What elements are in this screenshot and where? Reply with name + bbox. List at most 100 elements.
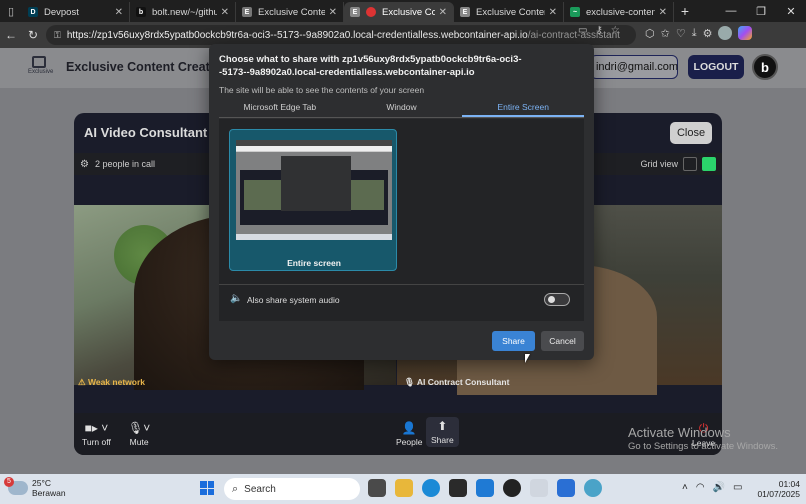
video-camera-icon: ■▸ ˅ (84, 421, 109, 435)
entire-screen-option[interactable]: Entire screen (229, 129, 397, 271)
globe-icon[interactable] (584, 479, 602, 497)
chevron-up-icon[interactable]: ˄ (682, 482, 688, 493)
logo-text: Exclusive (28, 69, 54, 75)
profile-avatar[interactable] (718, 26, 733, 40)
camera-label: Turn off (82, 437, 111, 447)
page-favicon-icon: E (242, 7, 252, 17)
share-screen-icon: ⬆ (437, 419, 448, 433)
file-explorer-icon[interactable] (395, 479, 413, 497)
mouse-cursor-icon (525, 354, 533, 363)
call-title: AI Video Consultant (84, 125, 208, 140)
activate-windows-watermark: Activate Windows Go to Settings to activ… (628, 426, 778, 454)
close-button[interactable]: Close (670, 122, 712, 144)
network-warning-text: Weak network (87, 377, 145, 387)
tab-bolt[interactable]: b bolt.new/~/github-a ✕ (130, 2, 236, 22)
copilot-icon[interactable] (738, 26, 753, 40)
dialog-title: Choose what to share with zp1v56uxy8rdx5… (219, 54, 522, 78)
close-tab-icon[interactable]: ✕ (549, 7, 557, 18)
key-icon[interactable]: ⚷ (595, 25, 602, 36)
share-button[interactable]: Share (492, 331, 535, 351)
people-button[interactable]: 👤 People (396, 421, 422, 447)
tab-exclusive-content-cr[interactable]: ~ exclusive-content-cr ✕ (564, 2, 674, 22)
camera-toggle-button[interactable]: ■▸ ˅ Turn off (82, 421, 111, 447)
close-tab-icon[interactable]: ✕ (659, 7, 667, 18)
watermark-title: Activate Windows (628, 425, 731, 440)
start-windows-icon[interactable] (200, 481, 214, 495)
microphone-icon: 🎙˅ (128, 421, 151, 435)
back-icon[interactable]: ← (0, 28, 22, 42)
wifi-icon[interactable]: ◠ (696, 482, 705, 493)
terminal-icon[interactable] (449, 479, 467, 497)
maximize-icon[interactable]: ❐ (746, 5, 776, 18)
task-view-icon[interactable] (368, 479, 386, 497)
bolt-badge-icon[interactable]: b (752, 54, 778, 80)
media-player-icon[interactable] (503, 479, 521, 497)
tab-label: Exclusive Content - (476, 6, 545, 18)
site-title: Exclusive Content Creator (66, 60, 223, 74)
speaker-view-icon[interactable] (683, 157, 697, 171)
close-window-icon[interactable]: ✕ (776, 5, 806, 18)
close-tab-icon[interactable]: ✕ (329, 7, 337, 18)
close-tab-icon[interactable]: ✕ (221, 7, 229, 18)
weather-widget[interactable]: 5 25°C Berawan (4, 477, 66, 498)
system-audio-row: 🔈 Also share system audio (219, 284, 584, 314)
page-favicon-icon: E (460, 7, 470, 17)
vscode-icon[interactable] (476, 479, 494, 497)
mute-button[interactable]: 🎙˅ Mute (128, 421, 150, 447)
sidebar-toggle-icon[interactable]: ▯ (0, 0, 22, 22)
url-input[interactable]: ⚿ https://zp1v56uxy8rdx5ypatb0ockcb9tr6a… (46, 25, 636, 45)
system-audio-toggle[interactable] (544, 293, 570, 306)
tab-label: exclusive-content-cr (586, 6, 655, 18)
gear-icon[interactable]: ⚙ (80, 159, 89, 170)
taskbar-clock[interactable]: 01:04 01/07/2025 (756, 479, 800, 499)
share-screen-button[interactable]: ⬆ Share (426, 417, 459, 447)
screen-share-dialog: Choose what to share with zp1v56uxy8rdx5… (209, 44, 594, 360)
volume-icon[interactable]: 🔊 (713, 482, 725, 493)
extensions-icon[interactable]: ⬡ (645, 27, 655, 40)
tab-label: Exclusive Conte (382, 6, 435, 18)
edge-icon[interactable] (422, 479, 440, 497)
new-tab-icon[interactable]: + (674, 3, 696, 19)
tab-devpost[interactable]: D Devpost ✕ (22, 2, 130, 22)
devpost-favicon-icon: D (28, 7, 38, 17)
snipping-tool-icon[interactable] (530, 479, 548, 497)
tab-window[interactable]: Window (341, 102, 463, 117)
mic-icon: 🎙 (404, 377, 415, 387)
pinned-apps (368, 479, 602, 497)
clock-time: 01:04 (778, 479, 800, 489)
grid-view-icon[interactable] (702, 157, 716, 171)
favorite-star-icon[interactable]: ☆ (611, 25, 620, 36)
browser-tab-strip: ▯ D Devpost ✕ b bolt.new/~/github-a ✕ E … (0, 0, 806, 22)
tab-exclusive-3[interactable]: E Exclusive Content - ✕ (454, 2, 564, 22)
search-icon: ⌕ (232, 482, 239, 495)
close-tab-icon[interactable]: ✕ (115, 7, 123, 18)
notification-badge: 5 (4, 477, 14, 487)
toggle-knob (548, 296, 555, 303)
page-favicon-icon: E (350, 7, 360, 17)
tab-label: Exclusive Content - (258, 6, 325, 18)
battery-icon[interactable]: ▭ (733, 482, 742, 493)
favorites-icon[interactable]: ✩ (661, 27, 670, 40)
taskbar-search[interactable]: ⌕ Search (224, 478, 360, 500)
minimize-icon[interactable]: — (716, 5, 746, 18)
share-label: Share (431, 435, 454, 445)
share-source-tabs: Microsoft Edge Tab Window Entire Screen (219, 102, 585, 118)
close-tab-icon[interactable]: ✕ (439, 7, 447, 18)
call-controls: ■▸ ˅ Turn off 🎙˅ Mute 👤 People ⬆ Share ⏻… (74, 413, 722, 455)
tab-exclusive-active[interactable]: E Exclusive Conte ✕ (344, 2, 454, 22)
tab-entire-screen[interactable]: Entire Screen (462, 102, 585, 117)
settings-icon[interactable]: ⚙ (703, 27, 713, 40)
refresh-icon[interactable]: ↻ (22, 28, 44, 42)
cancel-button[interactable]: Cancel (541, 331, 584, 351)
user-email: indri@gmail.com (590, 55, 678, 79)
windows-taskbar: 5 25°C Berawan ⌕ Search ˄ ◠ 🔊 ▭ 01:04 01… (0, 474, 806, 504)
site-logo[interactable]: Exclusive (28, 56, 54, 78)
photos-icon[interactable] (557, 479, 575, 497)
tab-edge-tab[interactable]: Microsoft Edge Tab (219, 102, 341, 117)
logout-button[interactable]: LOGOUT (688, 55, 744, 79)
camera-permission-icon[interactable]: ▭ (578, 25, 587, 36)
health-icon[interactable]: ♡ (676, 27, 686, 40)
site-info-icon[interactable]: ⚿ (54, 30, 61, 41)
downloads-icon[interactable]: ⤓ (692, 27, 697, 40)
tab-exclusive-1[interactable]: E Exclusive Content - ✕ (236, 2, 344, 22)
